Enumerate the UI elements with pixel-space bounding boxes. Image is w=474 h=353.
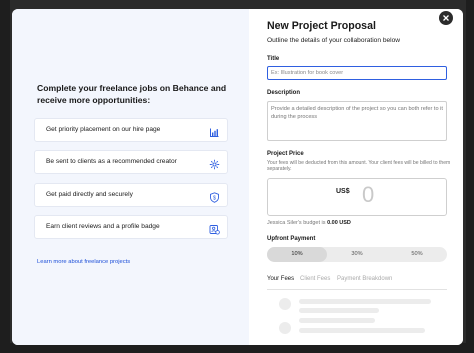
price-label: Project Price <box>267 151 304 157</box>
close-icon <box>443 15 449 21</box>
skeleton-line <box>299 318 375 323</box>
tab-payment-breakdown[interactable]: Payment Breakdown <box>337 276 392 282</box>
form-title: New Project Proposal <box>267 20 376 32</box>
tab-your-fees[interactable]: Your Fees <box>267 276 294 282</box>
budget-prefix: Jessica Siler's budget is <box>267 220 326 226</box>
profile-badge-icon <box>209 222 220 235</box>
promo-headline: Complete your freelance jobs on Behance … <box>37 83 227 105</box>
backdrop-left <box>0 0 10 353</box>
sparkle-icon <box>209 157 220 170</box>
skeleton-line <box>299 299 431 304</box>
skeleton-line <box>299 328 425 333</box>
benefit-card-priority: Get priority placement on our hire page <box>34 118 228 142</box>
tab-client-fees[interactable]: Client Fees <box>300 276 330 282</box>
benefit-card-recommended: Be sent to clients as a recommended crea… <box>34 150 228 174</box>
benefit-label: Earn client reviews and a profile badge <box>46 223 160 230</box>
backdrop-right <box>466 0 474 353</box>
price-note: Your fees will be deducted from this amo… <box>267 160 451 173</box>
benefit-label: Be sent to clients as a recommended crea… <box>46 158 177 165</box>
skeleton-avatar <box>279 298 291 310</box>
ranking-chart-icon <box>209 125 220 137</box>
promo-panel: Complete your freelance jobs on Behance … <box>12 9 249 345</box>
form-subtitle: Outline the details of your collaboratio… <box>267 37 401 44</box>
proposal-form: New Project Proposal Outline the details… <box>249 9 463 345</box>
skeleton-line <box>299 308 379 313</box>
proposal-modal: Complete your freelance jobs on Behance … <box>12 9 463 345</box>
svg-text:$: $ <box>213 196 216 202</box>
fee-tabs: Your Fees Client Fees Payment Breakdown <box>267 275 447 290</box>
shield-dollar-icon: $ <box>209 190 220 203</box>
description-input[interactable] <box>267 101 447 141</box>
skeleton-avatar <box>279 322 291 334</box>
description-label: Description <box>267 90 301 96</box>
upfront-option-10[interactable]: 10% <box>267 247 327 262</box>
budget-value: 0.00 USD <box>327 220 351 226</box>
price-input[interactable]: US$ 0 <box>267 178 447 216</box>
upfront-option-30[interactable]: 30% <box>327 247 387 262</box>
upfront-label: Upfront Payment <box>267 236 316 242</box>
upfront-option-50[interactable]: 50% <box>387 247 447 262</box>
benefit-label: Get paid directly and securely <box>46 191 133 198</box>
title-input[interactable] <box>267 66 447 80</box>
currency-label: US$ <box>336 188 350 195</box>
benefit-card-reviews: Earn client reviews and a profile badge <box>34 215 228 239</box>
upfront-selector: 10% 30% 50% <box>267 247 447 262</box>
close-button[interactable] <box>439 11 453 25</box>
price-amount: 0 <box>362 182 375 207</box>
title-label: Title <box>267 56 280 62</box>
learn-more-link[interactable]: Learn more about freelance projects <box>37 259 130 265</box>
benefit-card-paid: Get paid directly and securely $ <box>34 183 228 207</box>
benefit-label: Get priority placement on our hire page <box>46 126 161 133</box>
budget-info: Jessica Siler's budget is 0.00 USD <box>267 220 351 226</box>
